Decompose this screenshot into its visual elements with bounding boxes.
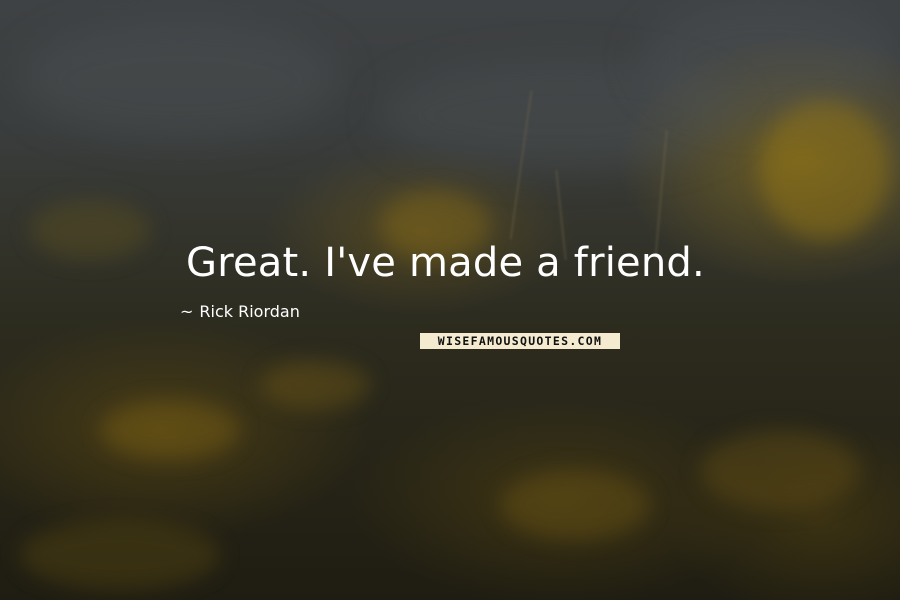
background-meadow-photo: Great. I've made a friend. ~ Rick Riordan… xyxy=(0,0,900,600)
quote-text: Great. I've made a friend. xyxy=(186,240,705,286)
author-name: Rick Riordan xyxy=(199,302,300,321)
watermark-logo: WISEFAMOUSQUOTES.COM xyxy=(420,333,620,349)
flower-blur xyxy=(760,100,890,240)
flower-blur xyxy=(30,200,150,260)
flower-blur xyxy=(100,400,240,460)
flower-blur xyxy=(700,430,860,510)
attribution-tilde: ~ xyxy=(180,302,194,321)
quote-attribution: ~ Rick Riordan xyxy=(180,302,300,321)
flower-blur xyxy=(500,470,650,540)
watermark-text: WISEFAMOUSQUOTES.COM xyxy=(437,334,603,348)
sky-cloud xyxy=(640,0,900,120)
flower-blur xyxy=(260,360,370,410)
flower-blur xyxy=(20,520,220,590)
sky-cloud xyxy=(20,20,340,140)
